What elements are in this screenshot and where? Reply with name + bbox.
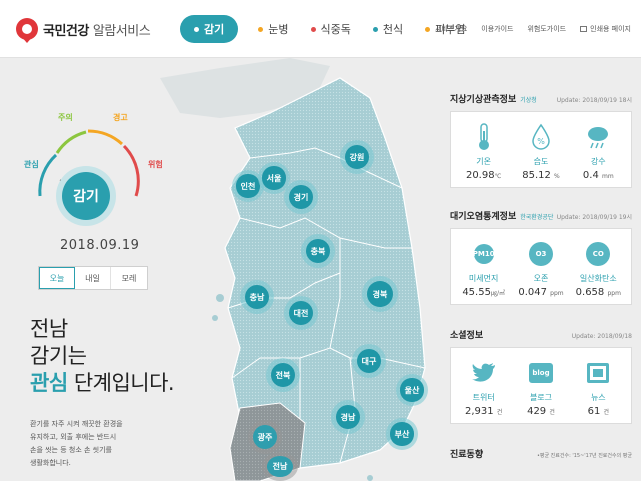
humidity-icon: % [532, 123, 550, 150]
advice-text: 환기를 자주 시켜 깨끗한 환경을 유지하고, 외출 후에는 반드시 손을 씻는… [30, 420, 123, 467]
gauge-label-interest: 관심 [24, 160, 39, 169]
gauge-current-disease: 감기 [62, 172, 110, 220]
nav-cold[interactable]: 감기 [180, 15, 239, 43]
utility-nav: 서비스개요 이용가이드 위험도가이드 인쇄용 페이지 [421, 24, 631, 34]
stat-humidity: % 습도 85.12 % [513, 122, 568, 181]
weather-updated: Update: 2018/09/19 18시 [556, 97, 632, 104]
util-print-page[interactable]: 인쇄용 페이지 [580, 24, 631, 34]
thermometer-icon [478, 123, 489, 150]
social-updated: Update: 2018/09/18 [571, 333, 632, 340]
stat-twitter[interactable]: 트위터 2,931 건 [456, 358, 511, 417]
trend-note: •평균 진료건수: '15~'17년 진료건수의 평균 [536, 453, 632, 459]
region-gyeongnam-pin[interactable]: 경남 [331, 400, 365, 434]
weather-section: 지상기상관측정보 기상청 Update: 2018/09/19 18시 기온 20… [450, 92, 632, 188]
rain-icon [588, 127, 609, 149]
air-source: 한국환경공단 [520, 214, 554, 221]
stat-ozone: O3 오존 0.047 ppm [513, 239, 568, 298]
forecast-date: 2018.09.19 [60, 238, 140, 253]
blog-icon: blog [528, 363, 553, 383]
social-section: 소셜정보 Update: 2018/09/18 트위터 2,931 건 blog… [450, 328, 632, 424]
gauge-label-warning: 경고 [113, 113, 128, 122]
trend-section: 진료동향 •평균 진료건수: '15~'17년 진료건수의 평균 [450, 447, 632, 460]
region-daegu-pin[interactable]: 대구 [352, 344, 386, 378]
weather-source: 기상청 [520, 97, 537, 104]
region-gwangju-pin[interactable]: 광주 [248, 420, 282, 454]
nav-dot-icon [194, 26, 199, 32]
stat-blog[interactable]: blog 블로그 429 건 [513, 358, 568, 417]
gauge-label-caution: 주의 [58, 113, 73, 122]
region-gyeonggi-pin[interactable]: 경기 [284, 180, 318, 214]
stat-rainfall: 강수 0.4 mm [571, 122, 626, 181]
region-chungbuk-pin[interactable]: 충북 [301, 234, 335, 268]
stat-temperature: 기온 20.98℃ [456, 122, 511, 181]
nav-dot-icon [258, 26, 264, 32]
headline-region: 전남 [30, 317, 68, 341]
svg-text:%: % [537, 137, 545, 146]
headline-disease: 감기는 [30, 344, 87, 368]
air-title: 대기오염통계정보 [450, 212, 517, 222]
nav-food-poisoning[interactable]: 식중독 [310, 15, 351, 43]
headline: 전남 감기는 관심 단계입니다. [30, 316, 175, 397]
util-usage-guide[interactable]: 이용가이드 [481, 24, 513, 34]
stat-fine-dust: PM10 미세먼지 45.55㎍/㎥ [456, 239, 511, 298]
twitter-icon [471, 363, 495, 382]
util-service-overview[interactable]: 서비스개요 [435, 24, 467, 34]
region-busan-pin[interactable]: 부산 [386, 418, 418, 450]
gauge-label-danger: 위험 [148, 160, 163, 169]
ozone-icon: O3 [528, 242, 553, 266]
day-tabs: 오늘 내일 모레 [38, 266, 148, 290]
nav-dot-icon [372, 26, 378, 32]
nav-eye-disease[interactable]: 눈병 [258, 15, 289, 43]
util-risk-guide[interactable]: 위험도가이드 [527, 24, 566, 34]
region-jeonbuk-pin[interactable]: 전북 [266, 358, 300, 392]
headline-level: 관심 [30, 371, 68, 395]
news-icon [587, 363, 610, 383]
nav-dot-icon [310, 26, 316, 32]
headline-tail: 단계입니다. [73, 371, 175, 395]
tab-tomorrow[interactable]: 내일 [75, 267, 111, 289]
pm10-icon: PM10 [473, 244, 495, 264]
trend-title: 진료동향 [450, 450, 484, 460]
region-chungnam-pin[interactable]: 충남 [240, 280, 274, 314]
air-quality-section: 대기오염통계정보 한국환경공단 Update: 2018/09/19 19시 PM… [450, 209, 632, 305]
region-daejeon-pin[interactable]: 대전 [284, 296, 318, 330]
region-jeonnam-pin[interactable]: 전남 [262, 452, 298, 481]
air-updated: Update: 2018/09/19 19시 [556, 214, 632, 221]
stat-news[interactable]: 뉴스 61 건 [571, 358, 626, 417]
stat-carbon-monoxide: CO 일산화탄소 0.658 ppm [571, 239, 626, 298]
tab-day-after[interactable]: 모레 [111, 267, 147, 289]
region-ulsan-pin[interactable]: 울산 [396, 374, 428, 406]
weather-title: 지상기상관측정보 [450, 95, 517, 105]
print-icon [580, 26, 588, 32]
co-icon: CO [586, 242, 611, 266]
region-gangwon-pin[interactable]: 강원 [340, 140, 374, 174]
tab-today[interactable]: 오늘 [39, 267, 75, 289]
korea-map [160, 58, 426, 481]
social-title: 소셜정보 [450, 331, 484, 341]
region-gyeongbuk-pin[interactable]: 경북 [362, 276, 398, 312]
nav-asthma[interactable]: 천식 [372, 15, 403, 43]
